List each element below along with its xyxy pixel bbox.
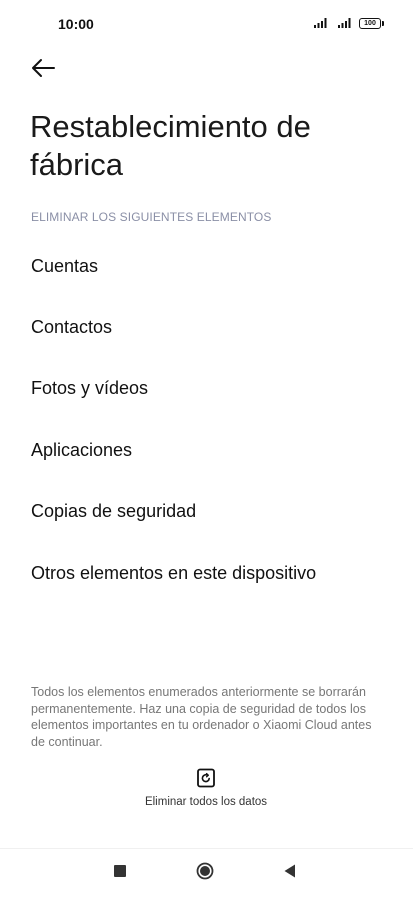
circle-icon[interactable]: [196, 862, 214, 880]
navigation-bar: [0, 848, 413, 897]
arrow-left-icon: [32, 59, 55, 77]
battery-tip: [382, 21, 384, 26]
list-item-copias: Copias de seguridad: [31, 501, 197, 521]
list-item-contactos: Contactos: [31, 317, 113, 337]
page-title: Restablecimiento de fábrica: [30, 109, 311, 182]
erase-all-data-button[interactable]: Eliminar todos los datos: [140, 768, 272, 832]
list-item-otros: Otros elementos en este dispositivo: [31, 563, 317, 583]
list-item-aplicaciones: Aplicaciones: [31, 440, 133, 460]
signal-icon: [338, 18, 351, 28]
reset-phone-icon: [197, 768, 215, 788]
list-item-cuentas: Cuentas: [31, 256, 99, 276]
section-header: ELIMINAR LOS SIGUIENTES ELEMENTOS: [31, 210, 272, 224]
status-time: 10:00: [58, 16, 94, 32]
erase-all-data-label: Eliminar todos los datos: [144, 796, 268, 808]
back-button[interactable]: [30, 56, 58, 80]
status-bar: 10:00 100: [0, 0, 413, 48]
battery-icon: 100: [359, 18, 381, 29]
signal-icon: [314, 18, 327, 28]
disclaimer-text: Todos los elementos enumerados anteriorm…: [31, 685, 372, 749]
square-icon[interactable]: [114, 865, 126, 877]
list-item-fotos: Fotos y vídeos: [31, 378, 149, 398]
triangle-back-icon[interactable]: [283, 863, 297, 879]
